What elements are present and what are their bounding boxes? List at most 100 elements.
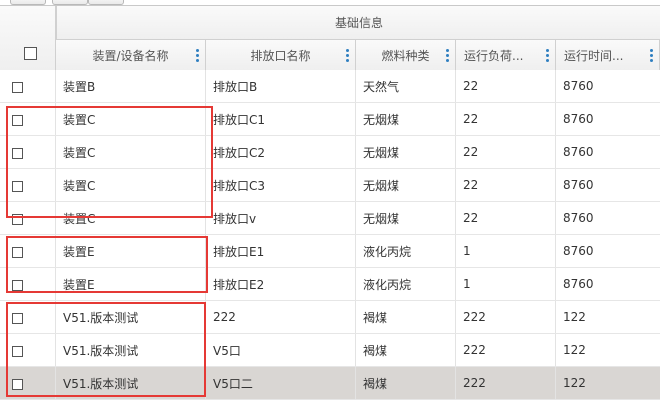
row-select-cell [0, 334, 56, 366]
cell-device: 装置C [56, 136, 206, 168]
cell-hours: 122 [563, 343, 586, 357]
header-select-all-cell [0, 6, 56, 71]
cell-outlet: V5口二 [206, 367, 356, 399]
row-select-cell [0, 136, 56, 168]
row-select-cell [0, 367, 56, 399]
column-header-row: 装置/设备名称 排放口名称 燃料种类 运行负荷... 运行时间... [56, 40, 660, 71]
row-checkbox[interactable] [12, 148, 23, 159]
cell-outlet: 排放口v [206, 202, 356, 234]
row-select-cell [0, 268, 56, 300]
column-header-hours-label: 运行时间... [564, 48, 624, 63]
cell-fuel: 无烟煤 [356, 169, 456, 201]
cell-hours: 122 [563, 310, 586, 324]
cell-hours: 8760 [563, 79, 594, 93]
cell-fuel: 无烟煤 [356, 103, 456, 135]
row-checkbox[interactable] [12, 247, 23, 258]
cell-device: 装置B [56, 70, 206, 102]
cell-outlet: 排放口E2 [206, 268, 356, 300]
row-select-cell [0, 202, 56, 234]
table-row[interactable]: 装置C 排放口v 无烟煤 22 8760 [0, 202, 660, 235]
cell-load: 22 [456, 136, 556, 168]
column-header-load-label: 运行负荷... [464, 48, 524, 63]
cell-device: V51.版本测试 [56, 301, 206, 333]
row-checkbox[interactable] [12, 346, 23, 357]
column-header-device-label: 装置/设备名称 [92, 48, 169, 63]
cell-load: 22 [456, 202, 556, 234]
column-menu-icon[interactable] [196, 49, 199, 62]
cell-hours: 8760 [563, 145, 594, 159]
cell-outlet: 排放口E1 [206, 235, 356, 267]
cell-outlet: 排放口C2 [206, 136, 356, 168]
table-row[interactable]: 装置E 排放口E1 液化丙烷 1 8760 [0, 235, 660, 268]
table-row[interactable]: V51.版本测试 V5口 褐煤 222 122 [0, 334, 660, 367]
column-header-device[interactable]: 装置/设备名称 [56, 40, 206, 70]
row-select-cell [0, 103, 56, 135]
cell-hours: 8760 [563, 178, 594, 192]
cell-device: V51.版本测试 [56, 367, 206, 399]
data-grid: 基础信息 装置/设备名称 排放口名称 燃料种类 运行负荷... 运行时间... … [0, 5, 660, 402]
row-select-cell [0, 70, 56, 102]
cell-device: 装置C [56, 169, 206, 201]
cell-hours: 8760 [563, 277, 594, 291]
row-checkbox[interactable] [12, 379, 23, 390]
row-checkbox[interactable] [12, 82, 23, 93]
cell-fuel: 天然气 [356, 70, 456, 102]
table-row-selected[interactable]: V51.版本测试 V5口二 褐煤 222 122 [0, 367, 660, 400]
column-menu-icon[interactable] [446, 49, 449, 62]
cell-outlet: 排放口C3 [206, 169, 356, 201]
cell-load: 222 [456, 367, 556, 399]
row-select-cell [0, 169, 56, 201]
cell-fuel: 液化丙烷 [356, 235, 456, 267]
cell-outlet: 排放口C1 [206, 103, 356, 135]
cell-device: V51.版本测试 [56, 334, 206, 366]
cell-device: 装置E [56, 268, 206, 300]
cell-fuel: 褐煤 [356, 367, 456, 399]
row-select-cell [0, 301, 56, 333]
column-header-outlet-label: 排放口名称 [250, 48, 311, 63]
cell-load: 22 [456, 103, 556, 135]
cell-hours: 122 [563, 376, 586, 390]
column-header-outlet[interactable]: 排放口名称 [206, 40, 356, 70]
cell-fuel: 无烟煤 [356, 202, 456, 234]
cell-load: 1 [456, 268, 556, 300]
table-row[interactable]: V51.版本测试 222 褐煤 222 122 [0, 301, 660, 334]
column-header-load[interactable]: 运行负荷... [456, 40, 556, 70]
row-checkbox[interactable] [12, 181, 23, 192]
header-group-basic-info: 基础信息 [56, 6, 660, 40]
cell-outlet: V5口 [206, 334, 356, 366]
column-header-hours[interactable]: 运行时间... [556, 40, 660, 70]
table-row[interactable]: 装置C 排放口C2 无烟煤 22 8760 [0, 136, 660, 169]
table-row[interactable]: 装置C 排放口C1 无烟煤 22 8760 [0, 103, 660, 136]
row-checkbox[interactable] [12, 313, 23, 324]
cell-device: 装置E [56, 235, 206, 267]
row-checkbox[interactable] [12, 115, 23, 126]
row-checkbox[interactable] [12, 214, 23, 225]
column-header-fuel[interactable]: 燃料种类 [356, 40, 456, 70]
cell-device: 装置C [56, 202, 206, 234]
column-menu-icon[interactable] [546, 49, 549, 62]
row-select-cell [0, 235, 56, 267]
table-row[interactable]: 装置E 排放口E2 液化丙烷 1 8760 [0, 268, 660, 301]
cell-fuel: 褐煤 [356, 334, 456, 366]
cell-fuel: 无烟煤 [356, 136, 456, 168]
cell-fuel: 褐煤 [356, 301, 456, 333]
cell-outlet: 222 [206, 301, 356, 333]
cell-outlet: 排放口B [206, 70, 356, 102]
select-all-checkbox[interactable] [24, 47, 37, 60]
cell-load: 1 [456, 235, 556, 267]
cell-load: 222 [456, 334, 556, 366]
row-checkbox[interactable] [12, 280, 23, 291]
cell-hours: 8760 [563, 244, 594, 258]
cell-hours: 8760 [563, 211, 594, 225]
table-row[interactable]: 装置B 排放口B 天然气 22 8760 [0, 70, 660, 103]
cell-load: 222 [456, 301, 556, 333]
column-menu-icon[interactable] [650, 49, 653, 62]
cell-device: 装置C [56, 103, 206, 135]
cell-load: 22 [456, 169, 556, 201]
table-row[interactable]: 装置C 排放口C3 无烟煤 22 8760 [0, 169, 660, 202]
cell-load: 22 [456, 70, 556, 102]
column-menu-icon[interactable] [346, 49, 349, 62]
column-header-fuel-label: 燃料种类 [381, 48, 430, 63]
cell-hours: 8760 [563, 112, 594, 126]
cell-fuel: 液化丙烷 [356, 268, 456, 300]
